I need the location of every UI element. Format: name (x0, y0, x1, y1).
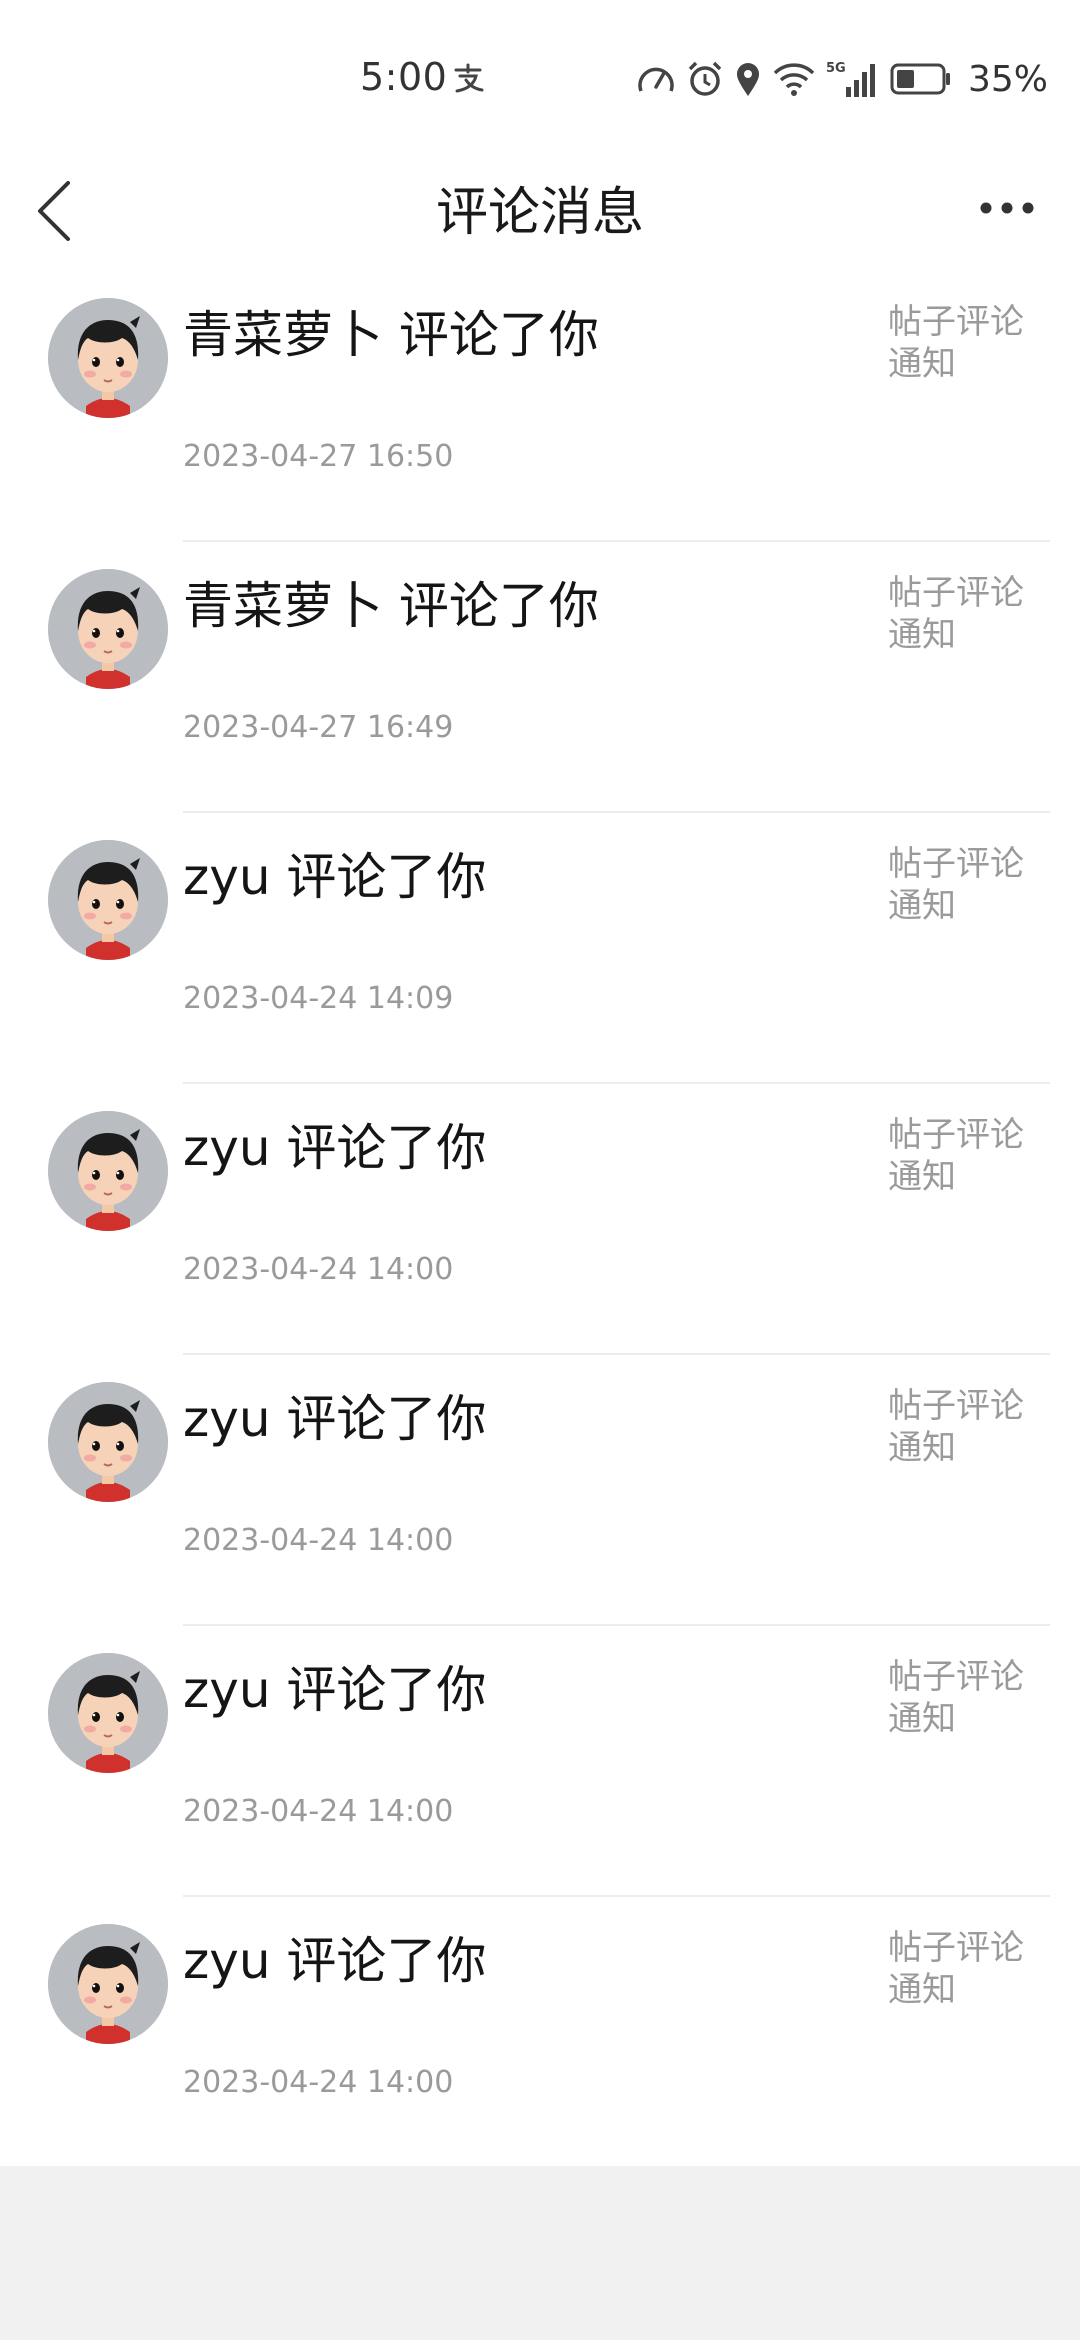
message-list-item[interactable]: zyu 评论了你 帖子评论通知 2023-04-24 14:00 (0, 1626, 1080, 1897)
message-title: zyu 评论了你 (183, 1390, 487, 1448)
message-list-item[interactable]: 青菜萝卜 评论了你 帖子评论通知 2023-04-27 16:49 (0, 542, 1080, 813)
avatar[interactable] (48, 1111, 168, 1231)
cartoon-avatar-icon (48, 569, 168, 689)
avatar[interactable] (48, 840, 168, 960)
notification-type-label: 帖子评论通知 (888, 302, 1024, 384)
cartoon-avatar-icon (48, 1111, 168, 1231)
5g-signal-icon: 5G (826, 59, 880, 99)
message-timestamp: 2023-04-24 14:00 (183, 1794, 454, 1829)
notification-type-label: 帖子评论通知 (888, 844, 1024, 926)
message-list-item[interactable]: zyu 评论了你 帖子评论通知 2023-04-24 14:00 (0, 1897, 1080, 2168)
message-timestamp: 2023-04-27 16:49 (183, 710, 454, 745)
status-icons: 5G 35% (636, 58, 1048, 100)
message-timestamp: 2023-04-24 14:00 (183, 1523, 454, 1558)
alipay-icon (452, 62, 486, 94)
message-title: zyu 评论了你 (183, 1119, 487, 1177)
cartoon-avatar-icon (48, 298, 168, 418)
notification-type-label: 帖子评论通知 (888, 1115, 1024, 1197)
message-title: zyu 评论了你 (183, 1661, 487, 1719)
avatar[interactable] (48, 569, 168, 689)
avatar[interactable] (48, 1653, 168, 1773)
comment-message-list: 青菜萝卜 评论了你 帖子评论通知 2023-04-27 16:50 青菜萝卜 评… (0, 271, 1080, 2168)
more-button[interactable] (972, 178, 1042, 238)
notification-type-label: 帖子评论通知 (888, 1657, 1024, 1739)
cartoon-avatar-icon (48, 1653, 168, 1773)
avatar[interactable] (48, 1382, 168, 1502)
avatar[interactable] (48, 298, 168, 418)
message-timestamp: 2023-04-24 14:00 (183, 1252, 454, 1287)
message-list-item[interactable]: zyu 评论了你 帖子评论通知 2023-04-24 14:00 (0, 1084, 1080, 1355)
status-time: 5:00 (360, 55, 448, 99)
speedometer-icon (636, 61, 676, 97)
cartoon-avatar-icon (48, 840, 168, 960)
avatar[interactable] (48, 1924, 168, 2044)
cartoon-avatar-icon (48, 1382, 168, 1502)
battery-percent: 35% (968, 58, 1049, 100)
screen: 5:00 5G 35% 评论消息 青菜萝卜 评论了你 帖子评论通知 2023-0… (0, 0, 1080, 2340)
notification-type-label: 帖子评论通知 (888, 573, 1024, 655)
list-footer-background (0, 2166, 1080, 2340)
message-title: 青菜萝卜 评论了你 (183, 306, 599, 364)
alarm-icon (686, 60, 724, 98)
network-label: 5G (826, 61, 846, 76)
notification-type-label: 帖子评论通知 (888, 1386, 1024, 1468)
message-timestamp: 2023-04-24 14:00 (183, 2065, 454, 2100)
message-timestamp: 2023-04-27 16:50 (183, 439, 454, 474)
wifi-icon (772, 61, 816, 97)
message-title: 青菜萝卜 评论了你 (183, 577, 599, 635)
more-dots-icon (980, 202, 1034, 214)
message-title: zyu 评论了你 (183, 1932, 487, 1990)
status-bar: 5:00 5G 35% (0, 0, 1080, 150)
message-title: zyu 评论了你 (183, 848, 487, 906)
battery-icon (890, 61, 952, 97)
message-timestamp: 2023-04-24 14:09 (183, 981, 454, 1016)
message-list-item[interactable]: zyu 评论了你 帖子评论通知 2023-04-24 14:09 (0, 813, 1080, 1084)
top-nav-bar: 评论消息 (0, 150, 1080, 270)
message-list-item[interactable]: 青菜萝卜 评论了你 帖子评论通知 2023-04-27 16:50 (0, 271, 1080, 542)
location-icon (734, 60, 762, 98)
page-title: 评论消息 (435, 183, 644, 243)
notification-type-label: 帖子评论通知 (888, 1928, 1024, 2010)
cartoon-avatar-icon (48, 1924, 168, 2044)
message-list-item[interactable]: zyu 评论了你 帖子评论通知 2023-04-24 14:00 (0, 1355, 1080, 1626)
